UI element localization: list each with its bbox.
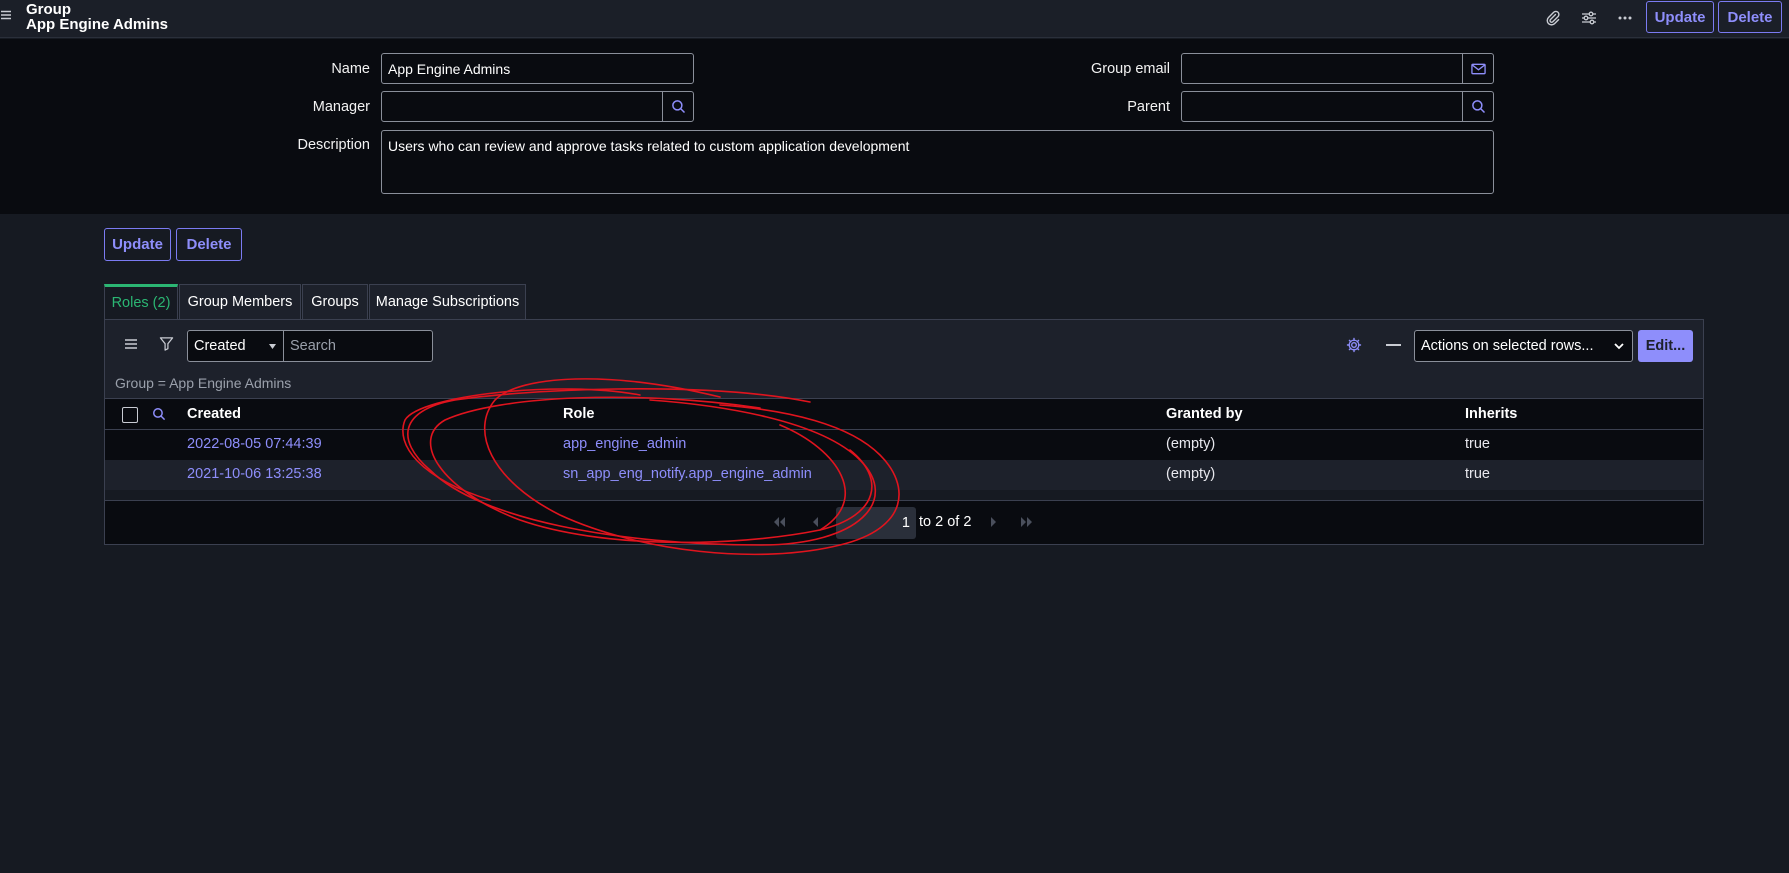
paperclip-icon[interactable] (1542, 7, 1564, 29)
actions-select-value: Actions on selected rows... (1421, 338, 1594, 354)
delete-button[interactable]: Delete (176, 228, 242, 261)
manager-lookup-button[interactable] (662, 91, 694, 122)
column-search-icon[interactable] (152, 407, 166, 421)
manager-input[interactable] (381, 91, 663, 122)
hamburger-icon[interactable] (0, 9, 12, 21)
table-header: Created Role Granted by Inherits (105, 398, 1703, 430)
update-button[interactable]: Update (104, 228, 171, 261)
description-textarea[interactable]: Users who can review and approve tasks r… (381, 130, 1494, 194)
send-email-button[interactable] (1462, 53, 1494, 84)
search-field-select-value: Created (194, 338, 246, 354)
list-search-input[interactable]: Search (283, 330, 433, 362)
tab-manage-subscriptions[interactable]: Manage Subscriptions (369, 284, 526, 319)
column-header-role[interactable]: Role (563, 406, 594, 422)
list-menu-icon[interactable] (124, 338, 138, 350)
record-name-title: App Engine Admins (26, 16, 168, 33)
column-header-inherits[interactable]: Inherits (1465, 406, 1517, 422)
search-field-select[interactable]: Created (187, 330, 284, 362)
search-icon (671, 100, 685, 114)
page-header (0, 0, 1789, 38)
description-label: Description (297, 137, 370, 153)
edit-button[interactable]: Edit... (1638, 330, 1693, 362)
list-breadcrumb-bar: Group = App Engine Admins (105, 368, 1703, 398)
inherits-value: true (1465, 436, 1490, 452)
tab-group-members[interactable]: Group Members (179, 284, 301, 319)
tab-groups[interactable]: Groups (302, 284, 368, 319)
chevron-down-icon (1614, 343, 1624, 350)
pagination-bar: 1 to 2 of 2 (105, 500, 1703, 544)
search-icon (1471, 100, 1485, 114)
sliders-icon[interactable] (1578, 7, 1600, 29)
last-page-icon[interactable] (1020, 517, 1034, 527)
next-page-icon[interactable] (991, 517, 997, 527)
group-email-label: Group email (1091, 61, 1170, 77)
gear-icon[interactable] (1346, 337, 1362, 353)
filter-breadcrumb[interactable]: Group = App Engine Admins (115, 375, 291, 391)
actions-on-selected-rows-select[interactable]: Actions on selected rows... (1414, 330, 1633, 362)
granted-by-value: (empty) (1166, 436, 1216, 452)
select-all-checkbox[interactable] (122, 407, 138, 423)
filter-icon[interactable] (159, 336, 174, 351)
created-link[interactable]: 2021-10-06 13:25:38 (187, 466, 322, 482)
first-page-icon[interactable] (772, 517, 786, 527)
envelope-icon (1470, 63, 1486, 74)
granted-by-value: (empty) (1166, 466, 1216, 482)
inherits-value: true (1465, 466, 1490, 482)
table-row: 2021-10-06 13:25:38 sn_app_eng_notify.ap… (105, 460, 1703, 490)
caret-down-icon (269, 344, 276, 349)
group-email-input[interactable] (1181, 53, 1463, 84)
previous-page-icon[interactable] (812, 517, 818, 527)
created-link[interactable]: 2022-08-05 07:44:39 (187, 436, 322, 452)
manager-label: Manager (312, 99, 370, 115)
role-link[interactable]: sn_app_eng_notify.app_engine_admin (563, 466, 812, 482)
tab-roles[interactable]: Roles (2) (104, 284, 178, 319)
page-number-input[interactable]: 1 (836, 507, 916, 539)
name-input[interactable]: App Engine Admins (381, 53, 694, 84)
parent-input[interactable] (1181, 91, 1463, 122)
header-update-button[interactable]: Update (1646, 1, 1714, 33)
column-header-granted-by[interactable]: Granted by (1166, 406, 1243, 422)
page-range-text: to 2 of 2 (919, 514, 972, 530)
column-header-created[interactable]: Created (187, 406, 241, 422)
name-label: Name (331, 61, 370, 77)
header-delete-button[interactable]: Delete (1718, 1, 1782, 33)
role-link[interactable]: app_engine_admin (563, 436, 686, 452)
parent-lookup-button[interactable] (1462, 91, 1494, 122)
collapse-list-icon[interactable] (1386, 344, 1401, 346)
parent-label: Parent (1127, 99, 1170, 115)
more-icon[interactable] (1614, 7, 1636, 29)
table-row: 2022-08-05 07:44:39 app_engine_admin (em… (105, 430, 1703, 460)
